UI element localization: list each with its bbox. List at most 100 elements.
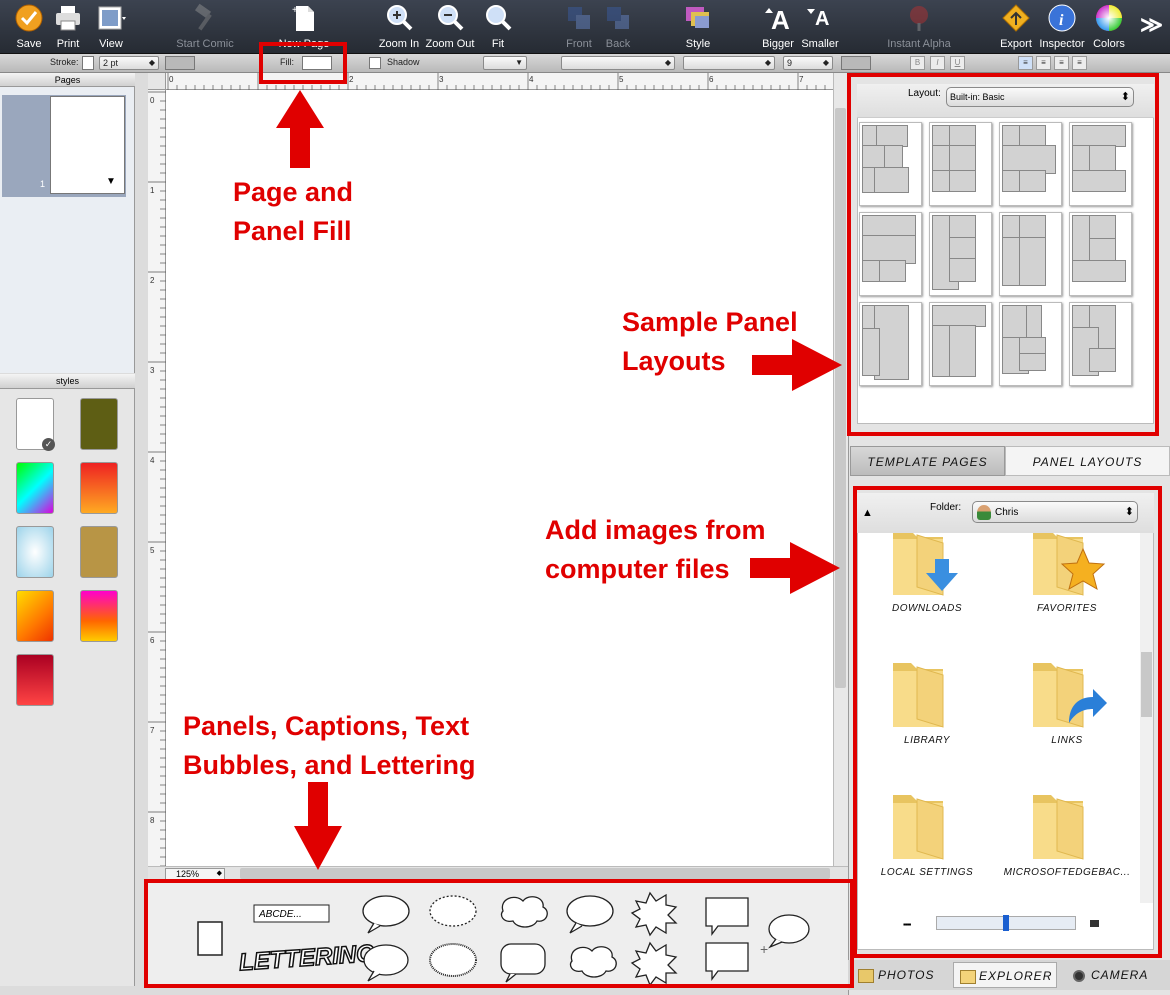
ruler-label: 2 (150, 276, 155, 285)
main-toolbar: Save Print View Start Comic + New Page Z… (0, 0, 1170, 54)
palette-arrow-icon (294, 782, 342, 870)
style-swatch-parchment[interactable] (80, 526, 118, 578)
annotation-fill-line2: Panel Fill (233, 216, 352, 246)
ruler-label: 7 (150, 726, 155, 735)
align-justify-button[interactable]: ≡ (1072, 56, 1087, 70)
bold-button[interactable]: B (910, 56, 925, 70)
start-comic-label: Start Comic (176, 38, 234, 50)
annotation-palette-line1: Panels, Captions, Text (183, 711, 470, 741)
stroke-color-swatch[interactable] (82, 56, 94, 70)
tab-photos[interactable]: PHOTOS (858, 962, 953, 988)
smaller-font-icon: A (807, 8, 829, 30)
line-style-select[interactable]: ▼ (483, 56, 527, 70)
smaller-label: Smaller (801, 38, 839, 50)
style-swatch-olive[interactable] (80, 398, 118, 450)
ruler-label: 4 (150, 456, 155, 465)
svg-text:i: i (1059, 12, 1064, 29)
back-label: Back (605, 38, 631, 50)
stroke-label: Stroke: (50, 57, 79, 67)
zoom-value: 125% (176, 869, 200, 879)
style-swatch-light-blue[interactable] (16, 526, 54, 578)
ruler-label: 3 (439, 75, 444, 84)
ruler-label: 0 (169, 75, 174, 84)
ruler-label: 2 (349, 75, 354, 84)
align-center-button[interactable]: ≡ (1036, 56, 1051, 70)
tab-photos-label: PHOTOS (878, 968, 935, 982)
colors-label: Colors (1093, 38, 1125, 50)
stroke-style-swatch[interactable] (165, 56, 195, 70)
instant-alpha-label: Instant Alpha (887, 38, 951, 50)
photos-icon (858, 968, 874, 983)
vertical-ruler: 0 1 2 3 4 5 6 7 8 (148, 90, 166, 868)
font-size-select[interactable]: 9 ◆ (783, 56, 833, 70)
view-label: View (99, 38, 123, 50)
palette-highlight-box (144, 879, 854, 988)
align-right-button[interactable]: ≡ (1054, 56, 1069, 70)
style-swatch-red-orange[interactable] (80, 462, 118, 514)
inspector-icon: i (1048, 4, 1076, 32)
ruler-label: 5 (150, 546, 155, 555)
camera-icon (1073, 969, 1085, 982)
explorer-highlight-box (853, 486, 1162, 958)
hammer-icon (194, 3, 212, 31)
annotation-fill-line1: Page and (233, 177, 354, 207)
tab-camera[interactable]: CAMERA (1073, 962, 1168, 988)
page-number: 1 (40, 179, 46, 189)
font-style-select[interactable]: ◆ (683, 56, 775, 70)
styles-panel-title: styles (0, 374, 135, 389)
view-icon (98, 6, 126, 30)
zoom-out-icon (438, 5, 464, 31)
fit-button[interactable]: Fit (463, 0, 533, 54)
style-swatch-pink-orange[interactable] (80, 590, 118, 642)
line-style-arrow-icon: ▼ (515, 58, 523, 67)
tab-panel-layouts[interactable]: PANEL LAYOUTS (1005, 446, 1170, 476)
shadow-checkbox[interactable] (369, 57, 381, 69)
pages-panel: Pages 1 ▼ (0, 73, 135, 373)
colors-button[interactable]: Colors (1074, 0, 1144, 54)
style-swatch-dark-red[interactable] (16, 654, 54, 706)
style-swatch-white[interactable]: ✓ (16, 398, 55, 451)
underline-button[interactable]: U (950, 56, 965, 70)
annotation-layouts-line1: Sample Panel (622, 307, 798, 337)
stroke-width-arrow-icon: ◆ (148, 58, 155, 67)
vertical-scrollbar-thumb[interactable] (835, 108, 846, 688)
instant-alpha-button[interactable]: Instant Alpha (884, 0, 954, 54)
annotation-palette-line2: Bubbles, and Lettering (183, 750, 476, 780)
annotation-images-line1: Add images from (545, 515, 766, 545)
style-swatch-green-gradient[interactable] (16, 462, 54, 514)
new-page-icon: + (292, 5, 314, 31)
stroke-width-value: 2 pt (103, 58, 119, 68)
view-button[interactable]: View (76, 0, 146, 54)
ruler-label: 3 (150, 366, 155, 375)
ruler-label: 4 (529, 75, 534, 84)
annotation-images-line2: computer files (545, 554, 730, 584)
font-family-select[interactable]: ◆ (561, 56, 675, 70)
smaller-button[interactable]: A Smaller (785, 0, 855, 54)
back-button[interactable]: Back (583, 0, 653, 54)
more-toolbar-button[interactable]: ≫ (1140, 12, 1163, 38)
align-left-button[interactable]: ≡ (1018, 56, 1033, 70)
annotation-images: Add images from computer files (545, 511, 766, 589)
tab-camera-label: CAMERA (1091, 968, 1149, 982)
explorer-icon (960, 969, 976, 984)
tab-template-pages[interactable]: TEMPLATE PAGES (850, 446, 1005, 476)
page-menu-arrow-icon[interactable]: ▼ (106, 176, 116, 187)
instant-alpha-icon (910, 6, 928, 31)
ruler-label: 6 (709, 75, 714, 84)
style-swatch-orange-halftone[interactable] (16, 590, 54, 642)
italic-button[interactable]: I (930, 56, 945, 70)
ruler-label: 8 (150, 816, 155, 825)
tab-explorer-label: EXPLORER (979, 969, 1053, 983)
fit-label: Fit (491, 38, 505, 50)
tab-explorer[interactable]: EXPLORER (953, 962, 1057, 988)
style-label: Style (685, 38, 711, 50)
fill-highlight-box (259, 42, 347, 84)
text-color-swatch[interactable] (841, 56, 871, 70)
zoom-in-icon (387, 5, 413, 31)
style-button[interactable]: Style (663, 0, 733, 54)
font-style-arrow-icon: ◆ (764, 58, 771, 67)
font-size-value: 9 (787, 58, 793, 68)
stroke-width-select[interactable]: 2 pt ◆ (99, 56, 159, 70)
start-comic-button[interactable]: Start Comic (170, 0, 240, 54)
template-tabs: TEMPLATE PAGES PANEL LAYOUTS (848, 446, 1170, 476)
